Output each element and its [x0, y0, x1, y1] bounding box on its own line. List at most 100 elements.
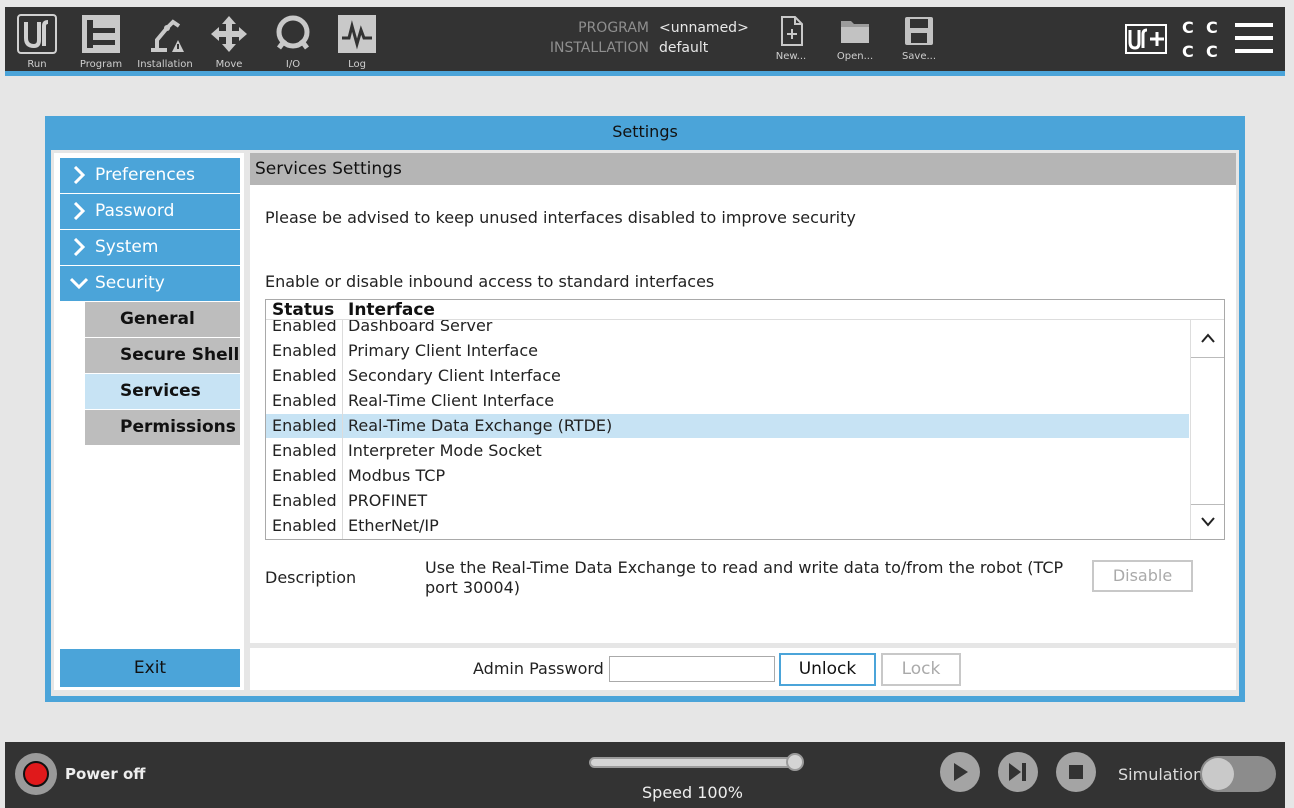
power-indicator-icon [23, 761, 49, 787]
admin-password-input[interactable] [609, 656, 775, 682]
speed-slider[interactable] [589, 757, 801, 768]
table-row[interactable]: Enabled PROFINET [266, 489, 1189, 513]
program-tab-label: Program [79, 59, 123, 70]
nav-security[interactable]: Security [60, 266, 240, 301]
table-row[interactable]: Enabled Secondary Client Interface [266, 364, 1189, 388]
row-interface: PROFINET [348, 491, 428, 510]
exit-button[interactable]: Exit [60, 649, 240, 687]
open-button-label: Open... [836, 51, 874, 62]
urplus-icon[interactable] [1125, 24, 1167, 54]
scroll-down-button[interactable] [1191, 504, 1224, 539]
simulation-toggle-knob [1202, 758, 1234, 790]
save-button-label: Save... [901, 51, 937, 62]
ur-logo-icon [17, 14, 57, 54]
subnav-general[interactable]: General [85, 302, 240, 337]
speed-slider-handle[interactable] [786, 753, 804, 771]
io-tab[interactable]: I/O [263, 7, 323, 71]
disable-button[interactable]: Disable [1092, 560, 1193, 592]
new-button[interactable]: New... [763, 7, 819, 71]
move-tab[interactable]: Move [199, 7, 259, 71]
table-row[interactable]: Enabled EtherNet/IP [266, 514, 1189, 538]
status-c-4: C [1206, 42, 1218, 61]
subnav-permissions[interactable]: Permissions [85, 410, 240, 445]
subnav-secure-shell[interactable]: Secure Shell [85, 338, 240, 373]
chevron-up-icon [1201, 333, 1215, 343]
table-scrollbar[interactable] [1190, 320, 1224, 539]
row-status: Enabled [272, 441, 337, 460]
play-button[interactable] [940, 752, 980, 792]
row-interface: Real-Time Client Interface [348, 391, 555, 410]
row-interface: EtherNet/IP [348, 516, 439, 535]
column-header-interface: Interface [348, 300, 435, 320]
status-c-3: C [1182, 42, 1194, 61]
lock-button[interactable]: Lock [881, 653, 961, 686]
table-row[interactable]: Enabled Primary Client Interface [266, 339, 1189, 363]
power-label: Power off [65, 765, 146, 783]
save-disk-icon [905, 17, 933, 45]
polyscope-window: Run Program Installation Move I/O Log PR… [0, 0, 1294, 808]
installation-tab[interactable]: Installation [135, 7, 195, 71]
nav-system[interactable]: System [60, 230, 240, 265]
services-panel: Services Settings Please be advised to k… [250, 153, 1236, 643]
step-button[interactable] [998, 752, 1038, 792]
column-separator [342, 320, 343, 539]
io-icon [276, 15, 310, 50]
run-tab-label: Run [27, 59, 47, 70]
io-tab-label: I/O [285, 59, 301, 70]
log-waveform-icon [338, 15, 376, 53]
log-tab-label: Log [348, 59, 366, 70]
unlock-button[interactable]: Unlock [779, 653, 876, 686]
speed-label: Speed 100% [642, 783, 743, 802]
nav-password-label: Password [95, 201, 175, 221]
table-header: Status Interface [266, 300, 1224, 320]
nav-preferences-label: Preferences [95, 165, 195, 185]
chevron-down-icon [70, 277, 88, 290]
description-text: Use the Real-Time Data Exchange to read … [425, 558, 1064, 597]
table-row[interactable]: Enabled Real-Time Client Interface [266, 389, 1189, 413]
move-arrows-icon [211, 16, 247, 52]
save-button[interactable]: Save... [891, 7, 947, 71]
nav-password[interactable]: Password [60, 194, 240, 229]
new-button-label: New... [775, 51, 807, 62]
chevron-right-icon [73, 202, 86, 220]
robot-arm-warning-icon [151, 19, 184, 52]
stop-icon [1069, 765, 1083, 779]
row-status: Enabled [272, 516, 337, 535]
row-interface: Secondary Client Interface [348, 366, 561, 385]
row-status: Enabled [272, 391, 337, 410]
hamburger-menu-icon[interactable] [1235, 21, 1273, 55]
program-tab[interactable]: Program [71, 7, 131, 71]
row-status: Enabled [272, 366, 337, 385]
folder-icon [841, 21, 869, 43]
program-tree-icon [82, 15, 120, 53]
stop-button[interactable] [1056, 752, 1096, 792]
interfaces-subheading: Enable or disable inbound access to stan… [265, 272, 715, 291]
simulation-label: Simulation [1118, 765, 1204, 784]
new-file-icon [781, 16, 803, 46]
row-status: Enabled [272, 416, 337, 435]
row-status: Enabled [272, 491, 337, 510]
open-button[interactable]: Open... [827, 7, 883, 71]
chevron-right-icon [73, 166, 86, 184]
subnav-services[interactable]: Services [85, 374, 240, 409]
power-button[interactable] [15, 753, 57, 795]
services-table: Status Interface Enabled Dashboard Server… [265, 299, 1225, 540]
dialog-body: Preferences Password System Security Gen… [51, 150, 1239, 696]
admin-password-bar: Admin Password Unlock Lock [250, 648, 1236, 690]
status-c-1: C [1182, 18, 1194, 37]
nav-system-label: System [95, 237, 159, 257]
installation-label: INSTALLATION [549, 40, 649, 56]
log-tab[interactable]: Log [327, 7, 387, 71]
table-row[interactable]: Enabled Modbus TCP [266, 464, 1189, 488]
program-value: <unnamed> [659, 20, 749, 36]
row-interface: Interpreter Mode Socket [348, 441, 542, 460]
program-label: PROGRAM [578, 20, 649, 36]
scroll-up-button[interactable] [1191, 320, 1224, 358]
table-row[interactable]: Enabled Real-Time Data Exchange (RTDE) [266, 414, 1189, 438]
settings-dialog: Settings Preferences Password System Sec [45, 116, 1245, 702]
nav-security-label: Security [95, 273, 165, 293]
simulation-toggle[interactable] [1200, 756, 1276, 792]
nav-preferences[interactable]: Preferences [60, 158, 240, 193]
table-row[interactable]: Enabled Interpreter Mode Socket [266, 439, 1189, 463]
run-tab[interactable]: Run [7, 7, 67, 71]
